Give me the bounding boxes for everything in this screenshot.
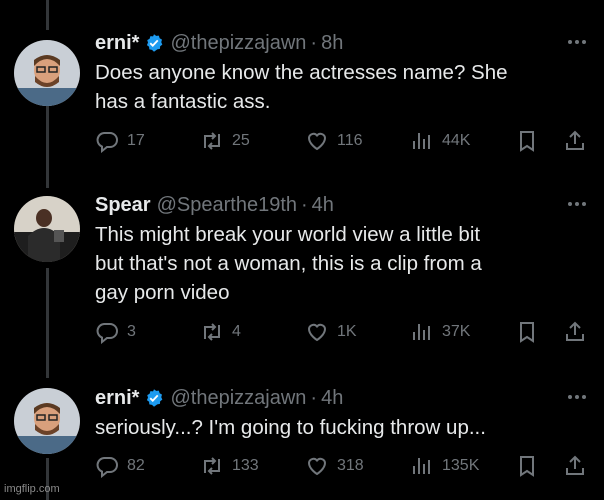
views-icon	[413, 133, 430, 149]
bookmark-button[interactable]	[515, 454, 539, 478]
tweet-text: Does anyone know the actresses name? She…	[95, 58, 575, 116]
retweet-button[interactable]: 4	[200, 320, 241, 344]
bookmark-icon	[520, 322, 534, 343]
views-icon	[413, 324, 430, 340]
reply-icon	[96, 132, 118, 153]
man-on-couch-avatar-icon	[14, 196, 80, 262]
more-icon[interactable]	[566, 389, 588, 405]
bookmark-button[interactable]	[515, 129, 539, 153]
retweet-icon	[204, 132, 220, 150]
like-count: 116	[337, 132, 363, 149]
retweet-count: 4	[232, 323, 241, 340]
bookmark-icon	[520, 456, 534, 477]
action-bar: 17 25 116 44K	[0, 129, 604, 155]
views-icon	[413, 458, 430, 474]
reply-count: 3	[127, 323, 136, 340]
timestamp[interactable]: 8h	[321, 32, 343, 55]
retweet-button[interactable]: 25	[200, 129, 250, 153]
action-bar: 3 4 1K 37K	[0, 320, 604, 346]
verified-badge-icon	[147, 34, 163, 52]
tweet-text-line: This might break your world view a littl…	[95, 223, 481, 246]
tweet-text: This might break your world view a littl…	[95, 220, 575, 307]
timestamp[interactable]: 4h	[312, 194, 334, 217]
more-icon[interactable]	[566, 34, 588, 50]
action-bar: 82 133 318 135K	[0, 454, 604, 480]
view-count: 135K	[442, 457, 480, 474]
more-icon[interactable]	[566, 196, 588, 212]
like-count: 318	[337, 457, 364, 474]
timestamp[interactable]: 4h	[321, 387, 343, 410]
tweet-text-line: gay porn video	[95, 281, 230, 304]
retweet-count: 25	[232, 132, 250, 149]
tweet-text-line: has a fantastic ass.	[95, 90, 271, 113]
man-with-glasses-avatar-icon	[14, 40, 80, 106]
retweet-button[interactable]: 133	[200, 454, 259, 478]
tweet-text-line: seriously...? I'm going to fucking throw…	[95, 416, 486, 439]
display-name[interactable]: Spear	[95, 194, 151, 217]
share-button[interactable]	[563, 320, 587, 344]
tweet-text: seriously...? I'm going to fucking throw…	[95, 413, 575, 442]
views-button[interactable]: 44K	[410, 129, 470, 153]
view-count: 37K	[442, 323, 471, 340]
reply-icon	[96, 323, 118, 344]
reply-count: 17	[127, 132, 145, 149]
reply-button[interactable]: 3	[95, 320, 136, 344]
share-icon	[566, 130, 584, 150]
like-button[interactable]: 116	[305, 129, 363, 153]
bookmark-icon	[520, 131, 534, 152]
separator-dot: ·	[310, 386, 318, 409]
retweet-count: 133	[232, 457, 259, 474]
like-icon	[307, 323, 327, 342]
handle[interactable]: @thepizzajawn	[170, 32, 306, 55]
bookmark-button[interactable]	[515, 320, 539, 344]
like-icon	[307, 132, 327, 151]
handle[interactable]: @Spearthe19th	[157, 194, 297, 217]
views-button[interactable]: 135K	[410, 454, 479, 478]
like-button[interactable]: 318	[305, 454, 364, 478]
like-icon	[307, 457, 327, 476]
view-count: 44K	[442, 132, 471, 149]
display-name[interactable]: erni*	[95, 387, 139, 410]
avatar[interactable]	[14, 40, 80, 106]
share-button[interactable]	[563, 129, 587, 153]
share-button[interactable]	[563, 454, 587, 478]
retweet-icon	[204, 323, 220, 341]
share-icon	[566, 455, 584, 475]
display-name[interactable]: erni*	[95, 32, 139, 55]
tweet-text-line: Does anyone know the actresses name? She	[95, 61, 508, 84]
like-count: 1K	[337, 323, 357, 340]
man-with-glasses-avatar-icon	[14, 388, 80, 454]
reply-count: 82	[127, 457, 145, 474]
avatar[interactable]	[14, 388, 80, 454]
watermark: imgflip.com	[4, 483, 60, 495]
verified-badge-icon	[147, 389, 163, 407]
like-button[interactable]: 1K	[305, 320, 357, 344]
reply-button[interactable]: 17	[95, 129, 145, 153]
share-icon	[566, 321, 584, 341]
thread-line	[46, 0, 49, 30]
avatar[interactable]	[14, 196, 80, 262]
tweet-text-line: but that's not a woman, this is a clip f…	[95, 252, 482, 275]
reply-icon	[96, 457, 118, 478]
tweet-header: Spear @Spearthe19th · 4h	[95, 192, 334, 218]
separator-dot: ·	[310, 31, 318, 54]
handle[interactable]: @thepizzajawn	[170, 387, 306, 410]
retweet-icon	[204, 457, 220, 475]
separator-dot: ·	[301, 193, 308, 216]
tweet-header: erni* @thepizzajawn · 8h	[95, 30, 343, 56]
tweet-header: erni* @thepizzajawn · 4h	[95, 385, 343, 411]
reply-button[interactable]: 82	[95, 454, 145, 478]
views-button[interactable]: 37K	[410, 320, 470, 344]
